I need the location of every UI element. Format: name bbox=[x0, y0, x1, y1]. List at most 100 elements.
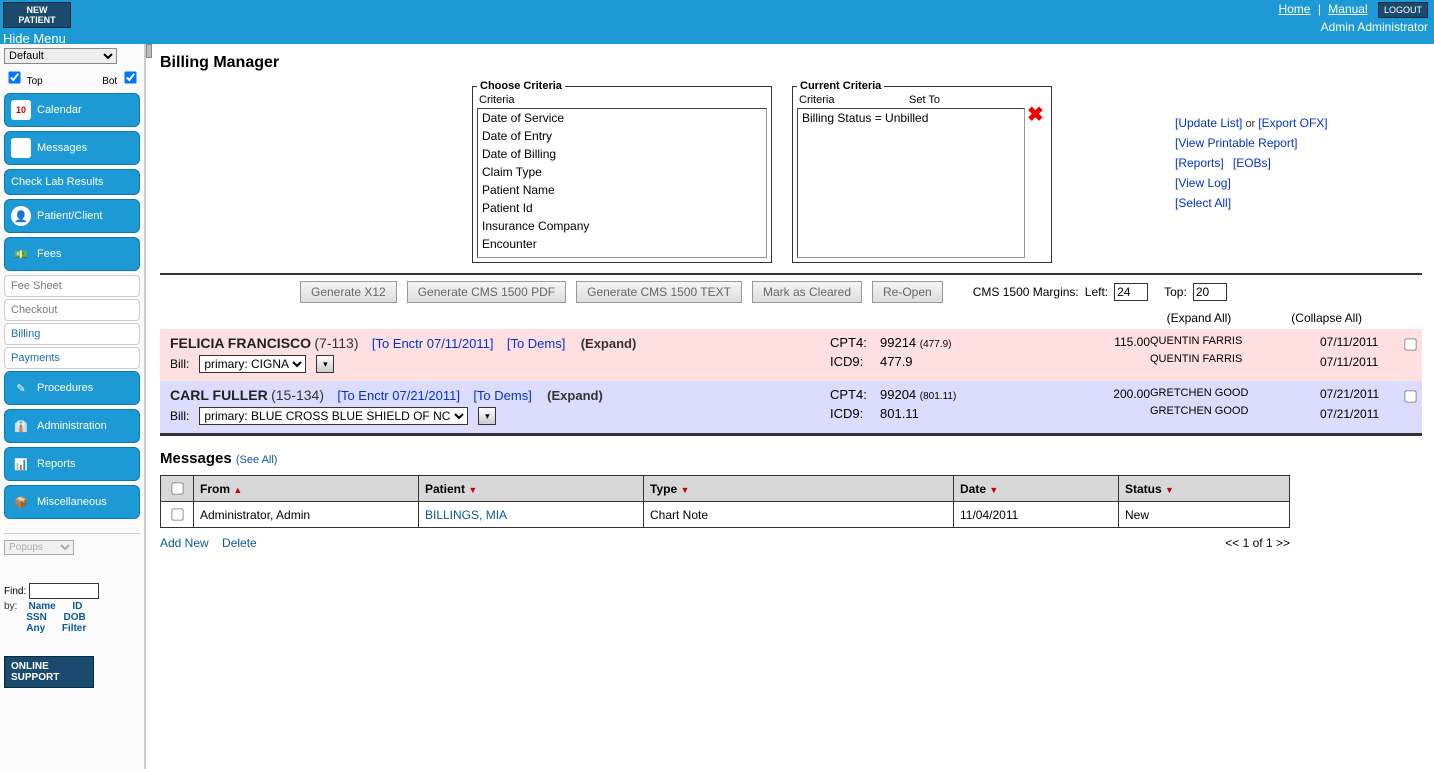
patient-id: (15-134) bbox=[271, 387, 324, 403]
find-label: Find: bbox=[4, 586, 26, 597]
message-status: New bbox=[1119, 502, 1290, 528]
criteria-option[interactable]: Encounter bbox=[478, 235, 766, 253]
current-criteria-item[interactable]: Billing Status = Unbilled bbox=[798, 109, 1024, 127]
nav-messages[interactable]: ✉ Messages bbox=[4, 131, 140, 165]
nav-calendar[interactable]: 10 Calendar bbox=[4, 93, 140, 127]
claim-amount: 200.00 bbox=[1040, 387, 1150, 401]
current-criteria-list[interactable]: Billing Status = Unbilled bbox=[797, 108, 1025, 258]
logout-button[interactable]: LOGOUT bbox=[1378, 2, 1428, 18]
bot-toggle[interactable]: Bot bbox=[102, 68, 140, 87]
col-patient[interactable]: Patient ▼ bbox=[419, 476, 644, 502]
nav-checkout[interactable]: Checkout bbox=[4, 299, 140, 321]
sort-down-icon: ▼ bbox=[680, 485, 689, 495]
bill-dropdown-icon[interactable] bbox=[316, 355, 334, 373]
claim-date: 07/21/2011 bbox=[1320, 407, 1400, 421]
generate-cms-pdf-button[interactable]: Generate CMS 1500 PDF bbox=[407, 281, 566, 303]
col-from[interactable]: From ▲ bbox=[194, 476, 419, 502]
to-dems-link[interactable]: [To Dems] bbox=[473, 388, 532, 403]
pager[interactable]: << 1 of 1 >> bbox=[1225, 536, 1290, 550]
nav-billing[interactable]: Billing bbox=[4, 323, 140, 345]
view-log-link[interactable]: [View Log] bbox=[1175, 176, 1231, 190]
select-all-messages-checkbox[interactable] bbox=[171, 482, 183, 494]
popups-select[interactable]: Popups bbox=[4, 540, 74, 555]
message-from: Administrator, Admin bbox=[194, 502, 419, 528]
criteria-option[interactable]: Date of Billing bbox=[478, 145, 766, 163]
remove-criteria-icon[interactable]: ✖ bbox=[1027, 108, 1044, 122]
expand-toggle[interactable]: (Expand) bbox=[547, 388, 603, 403]
new-patient-button[interactable]: NEW PATIENT bbox=[3, 2, 71, 28]
layout-select[interactable]: Default bbox=[4, 48, 117, 64]
bill-payer-select[interactable]: primary: BLUE CROSS BLUE SHIELD OF NC bbox=[199, 407, 468, 425]
criteria-option[interactable]: Date of Entry bbox=[478, 127, 766, 145]
criteria-list[interactable]: Date of Service Date of Entry Date of Bi… bbox=[477, 108, 767, 258]
home-link[interactable]: Home bbox=[1278, 2, 1310, 16]
criteria-option[interactable]: Date of Service bbox=[478, 109, 766, 127]
select-all-link[interactable]: [Select All] bbox=[1175, 196, 1231, 210]
claim-checkbox[interactable] bbox=[1404, 390, 1416, 402]
generate-x12-button[interactable]: Generate X12 bbox=[300, 281, 397, 303]
delete-link[interactable]: Delete bbox=[222, 536, 257, 550]
manual-link[interactable]: Manual bbox=[1328, 2, 1367, 16]
criteria-option[interactable]: Claim Type bbox=[478, 163, 766, 181]
find-input[interactable] bbox=[29, 583, 99, 599]
to-dems-link[interactable]: [To Dems] bbox=[507, 336, 566, 351]
online-support-button[interactable]: ONLINE SUPPORT bbox=[4, 656, 94, 688]
messages-table: From ▲ Patient ▼ Type ▼ Date ▼ Status ▼ … bbox=[160, 475, 1290, 528]
sort-down-icon: ▼ bbox=[468, 485, 477, 495]
update-list-link[interactable]: [Update List] bbox=[1175, 116, 1242, 130]
nav-procedures[interactable]: ✎ Procedures bbox=[4, 371, 140, 405]
nav-payments[interactable]: Payments bbox=[4, 347, 140, 369]
patient-name: CARL FULLER bbox=[170, 387, 268, 403]
col-type[interactable]: Type ▼ bbox=[644, 476, 954, 502]
nav-fee-sheet[interactable]: Fee Sheet bbox=[4, 275, 140, 297]
col-status[interactable]: Status ▼ bbox=[1119, 476, 1290, 502]
col-date[interactable]: Date ▼ bbox=[954, 476, 1119, 502]
find-by-id[interactable]: ID bbox=[72, 601, 82, 612]
top-toggle[interactable]: Top bbox=[4, 68, 43, 87]
nav-patient[interactable]: 👤 Patient/Client bbox=[4, 199, 140, 233]
margin-left-input[interactable] bbox=[1114, 283, 1148, 301]
eobs-link[interactable]: [EOBs] bbox=[1233, 156, 1271, 170]
expand-all-link[interactable]: (Expand All) bbox=[1167, 311, 1232, 325]
message-patient-link[interactable]: BILLINGS, MIA bbox=[425, 508, 507, 522]
generate-cms-text-button[interactable]: Generate CMS 1500 TEXT bbox=[576, 281, 742, 303]
toolbar: Generate X12 Generate CMS 1500 PDF Gener… bbox=[300, 281, 1422, 303]
sidebar-resize-handle[interactable] bbox=[146, 44, 152, 58]
nav-misc[interactable]: 📦 Miscellaneous bbox=[4, 485, 140, 519]
patient-id: (7-113) bbox=[314, 335, 358, 351]
expand-toggle[interactable]: (Expand) bbox=[581, 336, 637, 351]
to-encounter-link[interactable]: [To Enctr 07/11/2011] bbox=[372, 336, 494, 351]
reopen-button[interactable]: Re-Open bbox=[872, 281, 943, 303]
find-by-any[interactable]: Any bbox=[26, 623, 45, 634]
current-criteria-box: Current Criteria Criteria Set To Billing… bbox=[792, 80, 1052, 263]
nav-administration[interactable]: 👔 Administration bbox=[4, 409, 140, 443]
provider-name: QUENTIN FARRIS bbox=[1150, 335, 1320, 347]
patient-name: FELICIA FRANCISCO bbox=[170, 335, 311, 351]
claim-checkbox[interactable] bbox=[1404, 338, 1416, 350]
bill-payer-select[interactable]: primary: CIGNA bbox=[199, 355, 306, 373]
criteria-option[interactable]: Insurance Company bbox=[478, 217, 766, 235]
printable-report-link[interactable]: [View Printable Report] bbox=[1175, 136, 1298, 150]
find-by-ssn[interactable]: SSN bbox=[26, 612, 47, 623]
current-user-label: Admin Administrator bbox=[1274, 20, 1428, 34]
find-by-dob[interactable]: DOB bbox=[63, 612, 85, 623]
collapse-all-link[interactable]: (Collapse All) bbox=[1291, 311, 1362, 325]
nav-fees[interactable]: 💵 Fees bbox=[4, 237, 140, 271]
nav-reports[interactable]: 📊 Reports bbox=[4, 447, 140, 481]
find-by-name[interactable]: Name bbox=[28, 601, 55, 612]
bill-dropdown-icon[interactable] bbox=[478, 407, 496, 425]
find-filter[interactable]: Filter bbox=[62, 623, 86, 634]
export-ofx-link[interactable]: [Export OFX] bbox=[1258, 116, 1327, 130]
mark-cleared-button[interactable]: Mark as Cleared bbox=[752, 281, 862, 303]
criteria-option[interactable]: Patient Id bbox=[478, 199, 766, 217]
criteria-option[interactable]: Patient Name bbox=[478, 181, 766, 199]
add-new-link[interactable]: Add New bbox=[160, 536, 209, 550]
nav-check-lab[interactable]: Check Lab Results bbox=[4, 169, 140, 195]
reports-link[interactable]: [Reports] bbox=[1175, 156, 1224, 170]
provider-name: GRETCHEN GOOD bbox=[1150, 405, 1320, 417]
message-checkbox[interactable] bbox=[171, 508, 183, 520]
margin-top-input[interactable] bbox=[1193, 283, 1227, 301]
see-all-link[interactable]: (See All) bbox=[236, 454, 278, 466]
to-encounter-link[interactable]: [To Enctr 07/21/2011] bbox=[337, 388, 460, 403]
box-icon: 📦 bbox=[11, 492, 31, 512]
